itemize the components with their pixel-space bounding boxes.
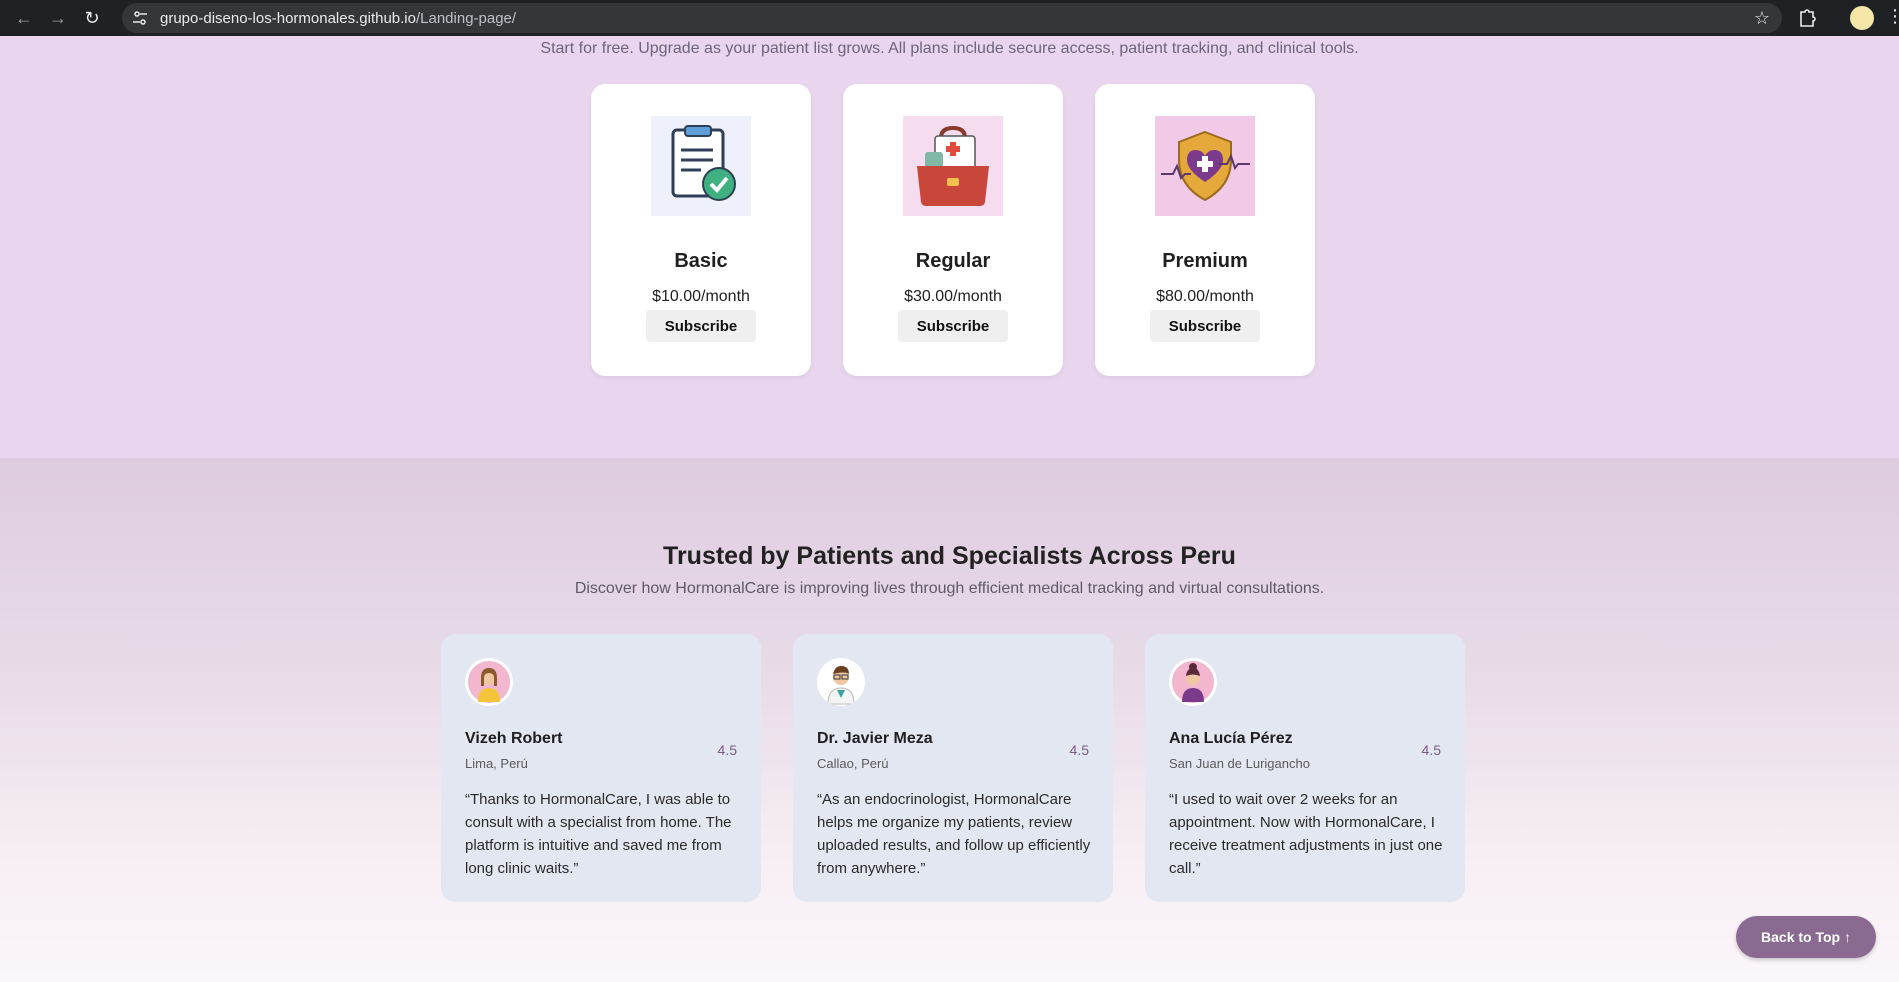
plan-price: $10.00/month — [652, 288, 750, 305]
testimonial-card: Vizeh Robert Lima, Perú 4.5 “Thanks to H… — [441, 634, 761, 902]
plan-name: Premium — [1162, 250, 1248, 272]
address-bar[interactable]: grupo-diseno-los-hormonales.github.io/La… — [122, 3, 1782, 33]
browser-toolbar: ← → ↻ grupo-diseno-los-hormonales.github… — [0, 0, 1899, 36]
plan-card-regular: Regular $30.00/month Subscribe — [843, 84, 1063, 376]
heart-shield-icon — [1155, 116, 1255, 216]
testimonial-quote: “As an endocrinologist, HormonalCare hel… — [817, 791, 1091, 877]
reload-icon[interactable]: ↻ — [82, 8, 102, 28]
avatar — [1169, 658, 1217, 706]
rating: 4.5 — [1421, 742, 1441, 758]
testimonial-card: Ana Lucía Pérez San Juan de Lurigancho 4… — [1145, 634, 1465, 902]
extensions-puzzle-icon[interactable] — [1798, 6, 1818, 28]
plan-price: $30.00/month — [904, 288, 1002, 305]
woman-avatar-icon — [1170, 659, 1216, 705]
back-to-top-button[interactable]: Back to Top ↑ — [1736, 916, 1876, 958]
subscribe-premium-button[interactable]: Subscribe — [1150, 310, 1260, 342]
plan-card-basic: Basic $10.00/month Subscribe — [591, 84, 811, 376]
profile-avatar-icon[interactable] — [1850, 6, 1874, 30]
testimonials-subtitle: Discover how HormonalCare is improving l… — [574, 580, 1325, 597]
more-menu-icon[interactable]: ⋮ — [1886, 6, 1899, 27]
testimonial-quote: “Thanks to HormonalCare, I was able to c… — [465, 791, 732, 877]
back-arrow-icon[interactable]: ← — [14, 8, 34, 28]
rating: 4.5 — [1069, 742, 1089, 758]
testimonials-section: Trusted by Patients and Specialists Acro… — [0, 458, 1899, 982]
subscribe-basic-button[interactable]: Subscribe — [646, 310, 756, 342]
pricing-section: Start for free. Upgrade as your patient … — [0, 36, 1899, 458]
doctor-avatar-icon — [819, 660, 863, 705]
reviewer-name: Vizeh Robert — [465, 730, 563, 747]
clipboard-check-icon — [651, 116, 751, 216]
forward-arrow-icon[interactable]: → — [48, 8, 68, 28]
medical-bag-icon — [903, 116, 1003, 216]
plan-name: Regular — [915, 250, 991, 272]
site-settings-icon[interactable] — [132, 10, 148, 26]
plan-card-premium: Premium $80.00/month Subscribe — [1095, 84, 1315, 376]
reviewer-location: San Juan de Lurigancho — [1169, 756, 1310, 771]
avatar — [817, 658, 865, 706]
testimonial-quote: “I used to wait over 2 weeks for an appo… — [1169, 791, 1443, 877]
subscribe-regular-button[interactable]: Subscribe — [898, 310, 1008, 342]
reviewer-location: Lima, Perú — [465, 756, 528, 771]
woman-avatar-icon — [466, 659, 512, 705]
plan-name: Basic — [674, 250, 728, 272]
reviewer-name: Ana Lucía Pérez — [1169, 730, 1293, 747]
rating: 4.5 — [717, 742, 737, 758]
reviewer-location: Callao, Perú — [817, 756, 889, 771]
plan-price: $80.00/month — [1156, 288, 1254, 305]
reviewer-name: Dr. Javier Meza — [817, 730, 933, 747]
pricing-subtitle: Start for free. Upgrade as your patient … — [540, 40, 1359, 57]
url-text: grupo-diseno-los-hormonales.github.io/La… — [160, 9, 517, 27]
bookmark-star-icon[interactable]: ☆ — [1754, 8, 1770, 29]
testimonial-card: Dr. Javier Meza Callao, Perú 4.5 “As an … — [793, 634, 1113, 902]
avatar — [465, 658, 513, 706]
testimonials-title: Trusted by Patients and Specialists Acro… — [663, 542, 1236, 570]
